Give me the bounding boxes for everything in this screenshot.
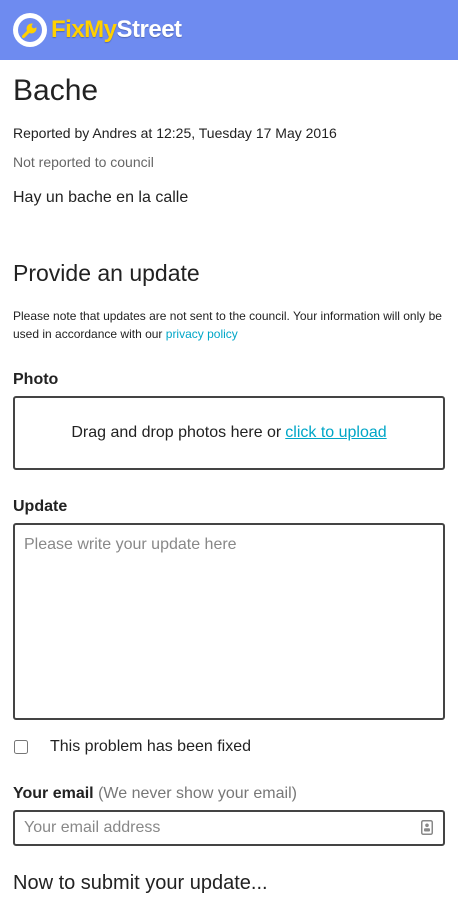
dropzone-text: Drag and drop photos here or	[71, 424, 282, 442]
email-label-text: Your email	[13, 785, 94, 803]
site-header: FixMyStreet	[0, 0, 458, 60]
logo-text-street: Street	[116, 16, 183, 43]
update-heading: Provide an update	[13, 260, 200, 286]
email-field-wrapper	[13, 810, 445, 847]
update-label: Update	[13, 498, 68, 516]
email-hint: (We never show your email)	[98, 785, 297, 803]
upload-link[interactable]: click to upload	[285, 424, 386, 442]
contact-card-icon[interactable]	[421, 820, 433, 840]
site-logo[interactable]: FixMyStreet	[13, 13, 182, 47]
report-detail: Hay un bache en la calle	[13, 189, 189, 206]
fixed-checkbox-row[interactable]: This problem has been fixed	[13, 738, 445, 756]
photo-label: Photo	[13, 371, 59, 389]
privacy-note: Please note that updates are not sent to…	[13, 307, 445, 343]
report-status: Not reported to council	[13, 154, 154, 170]
report-meta: Reported by Andres at 12:25, Tuesday 17 …	[13, 125, 337, 141]
submit-heading: Now to submit your update...	[13, 872, 268, 895]
privacy-policy-link[interactable]: privacy policy	[166, 327, 238, 341]
logo-text-fixmy: FixMy	[51, 16, 117, 43]
wrench-icon	[13, 13, 47, 47]
email-field[interactable]	[13, 810, 445, 847]
photo-dropzone[interactable]: Drag and drop photos here or click to upl…	[13, 396, 445, 471]
main-content: Bache Reported by Andres at 12:25, Tuesd…	[0, 73, 458, 895]
fixed-checkbox[interactable]	[14, 740, 28, 755]
logo-text: FixMyStreet	[51, 16, 182, 44]
fixed-checkbox-label: This problem has been fixed	[50, 738, 251, 756]
report-title: Bache	[13, 74, 99, 107]
update-textarea[interactable]	[13, 523, 445, 721]
email-label: Your email (We never show your email)	[13, 785, 445, 803]
